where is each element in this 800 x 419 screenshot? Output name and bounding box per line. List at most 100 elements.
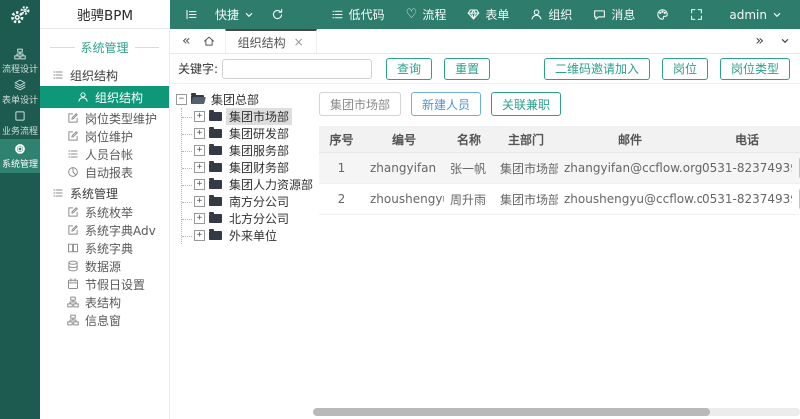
post-button[interactable]: 岗位 xyxy=(661,57,708,80)
tab-strip: « 组织结构 × » xyxy=(170,29,800,54)
edit-icon xyxy=(67,206,79,218)
qr-invite-button[interactable]: 二维码邀请加入 xyxy=(543,57,650,80)
quick-menu[interactable]: 快捷 xyxy=(215,6,254,23)
expand-expander-icon[interactable]: + xyxy=(194,213,205,224)
main-content: « 组织结构 × » 关键字: 查询 重置 二维码邀请加入 岗位 岗位类型 − … xyxy=(170,29,800,419)
menu-group-org-structure[interactable]: 组织结构 xyxy=(40,65,169,85)
pie-icon xyxy=(67,166,79,178)
horizontal-scrollbar-track[interactable] xyxy=(313,408,800,416)
tree-node[interactable]: + 外来单位 xyxy=(182,227,313,244)
tree-node[interactable]: + 集团财务部 xyxy=(182,159,313,176)
refresh-icon[interactable] xyxy=(271,8,284,21)
expand-expander-icon[interactable]: + xyxy=(194,145,205,156)
top-nav-message[interactable]: 消息 xyxy=(593,6,635,23)
top-nav-lowcode[interactable]: 低代码 xyxy=(331,6,385,23)
double-left-icon[interactable]: « xyxy=(182,34,191,48)
menu-item-table-struct[interactable]: 表结构 xyxy=(40,293,169,311)
org-chart-icon xyxy=(67,314,79,326)
user-menu[interactable]: admin xyxy=(729,8,782,22)
menu-item-sys-enum[interactable]: 系统枚举 xyxy=(40,203,169,221)
menu-item-person-ledger[interactable]: 人员台帐 xyxy=(40,145,169,163)
keyword-input[interactable] xyxy=(222,58,373,79)
post-type-button[interactable]: 岗位类型 xyxy=(719,57,790,80)
menu-item-sys-dict-adv[interactable]: 系统字典Adv xyxy=(40,221,169,239)
top-nav-label: 消息 xyxy=(611,8,636,22)
horizontal-scrollbar-thumb[interactable] xyxy=(313,408,710,416)
rail-item-system-manage[interactable]: 系统管理 xyxy=(0,139,40,173)
top-nav-org[interactable]: 组织 xyxy=(530,6,572,23)
quick-menu-label: 快捷 xyxy=(215,8,240,22)
tree-node[interactable]: + 南方分公司 xyxy=(182,193,313,210)
tree-node[interactable]: + 集团市场部 xyxy=(182,108,313,125)
menu-item-holiday-set[interactable]: 节假日设置 xyxy=(40,275,169,293)
chevron-down-icon xyxy=(244,10,254,20)
home-icon[interactable] xyxy=(203,35,215,47)
tree-node[interactable]: + 集团研发部 xyxy=(182,125,313,142)
tree-root[interactable]: − 集团总部 xyxy=(176,91,313,108)
folder-icon xyxy=(209,195,222,206)
top-nav-form[interactable]: 表单 xyxy=(467,6,509,23)
menu-item-post-maint[interactable]: 岗位维护 xyxy=(40,127,169,145)
folder-icon xyxy=(209,229,222,240)
top-nav-fullscreen[interactable] xyxy=(690,8,703,21)
expand-expander-icon[interactable]: + xyxy=(194,128,205,139)
new-person-button[interactable]: 新建人员 xyxy=(411,92,482,116)
column-header: 电话 xyxy=(702,126,792,153)
top-nav-flow[interactable]: ♡ 流程 xyxy=(406,6,447,23)
personnel-table: 序号 编号 名称 主部门 邮件 电话 1 zhangyifan 张一帆 集团市场部 zhangyi… xyxy=(319,126,800,215)
expand-expander-icon[interactable]: + xyxy=(194,162,205,173)
double-right-icon[interactable]: » xyxy=(755,34,764,48)
menu-item-sys-dict[interactable]: 系统字典 xyxy=(40,239,169,257)
menu-item-label: 岗位维护 xyxy=(85,129,134,144)
rail-item-flow-design[interactable]: 流程设计 xyxy=(0,46,40,77)
cell: 2 xyxy=(319,183,364,215)
rail-item-form-design[interactable]: 表单设计 xyxy=(0,77,40,108)
rail-item-label: 系统管理 xyxy=(1,159,38,170)
expand-expander-icon[interactable]: + xyxy=(194,111,205,122)
menu-item-data-source[interactable]: 数据源 xyxy=(40,257,169,275)
detail-panel: 集团市场部 新建人员 关联兼职 序号 编号 名称 主部门 邮件 电话 1 zhangyifa… xyxy=(313,84,800,419)
column-header: 编号 xyxy=(364,126,444,153)
cell-actions xyxy=(792,183,800,215)
reset-button[interactable]: 重置 xyxy=(444,57,491,80)
folder-icon xyxy=(209,110,222,121)
table-row[interactable]: 2 zhoushengyu 周升雨 集团市场部 zhoushengyu@ccflow.o… xyxy=(319,183,800,215)
tree-node[interactable]: + 集团服务部 xyxy=(182,142,313,159)
expand-expander-icon[interactable]: + xyxy=(194,230,205,241)
collapse-expander-icon[interactable]: − xyxy=(176,94,187,105)
expand-expander-icon[interactable]: + xyxy=(194,179,205,190)
tree-node-label: 集团人力资源部 xyxy=(229,178,314,192)
menu-item-auto-report[interactable]: 自动报表 xyxy=(40,163,169,181)
table-row[interactable]: 1 zhangyifan 张一帆 集团市场部 zhangyifan@ccflow.org… xyxy=(319,152,800,184)
search-button[interactable]: 查询 xyxy=(386,57,433,80)
menu-item-info-window[interactable]: 信息窗 xyxy=(40,311,169,329)
cell: zhoushengyu@ccflow.org xyxy=(558,183,702,215)
dept-button[interactable]: 集团市场部 xyxy=(319,92,402,116)
gem-icon xyxy=(467,8,480,21)
chevron-down-icon[interactable] xyxy=(780,36,790,46)
link-parttime-button[interactable]: 关联兼职 xyxy=(491,92,562,116)
menu-group-system-manage[interactable]: 系统管理 xyxy=(40,183,169,203)
list-icon xyxy=(52,69,64,81)
expand-expander-icon[interactable]: + xyxy=(194,196,205,207)
rail-item-business-process[interactable]: 业务流程 xyxy=(0,108,40,139)
menu-item-post-type-maint[interactable]: 岗位类型维护 xyxy=(40,109,169,127)
tree-node[interactable]: + 北方分公司 xyxy=(182,210,313,227)
cell: zhoushengyu xyxy=(364,183,444,215)
tree-node[interactable]: + 集团人力资源部 xyxy=(182,176,313,193)
close-icon[interactable]: × xyxy=(294,35,304,49)
folder-icon xyxy=(209,161,222,172)
tree-children: + 集团市场部 + 集团研发部 + 集团服务部 + 集团财务部 + 集团人力资源部 + 南方分公司 + 北… xyxy=(181,108,313,244)
tab-org-structure[interactable]: 组织结构 × xyxy=(224,29,317,53)
menu-collapse-icon[interactable] xyxy=(185,8,198,21)
menu-item-org-structure[interactable]: 组织结构 xyxy=(40,86,169,108)
menu-item-label: 节假日设置 xyxy=(85,277,146,292)
cell: zhangyifan@ccflow.org xyxy=(558,152,702,184)
column-header-actions xyxy=(792,126,800,153)
menu-group-label: 系统管理 xyxy=(70,186,119,201)
app-logo[interactable] xyxy=(0,0,40,29)
list-icon xyxy=(331,8,344,21)
cell: zhangyifan xyxy=(364,152,444,184)
tree-node-label: 南方分公司 xyxy=(229,195,290,209)
top-nav-theme[interactable] xyxy=(656,8,669,21)
